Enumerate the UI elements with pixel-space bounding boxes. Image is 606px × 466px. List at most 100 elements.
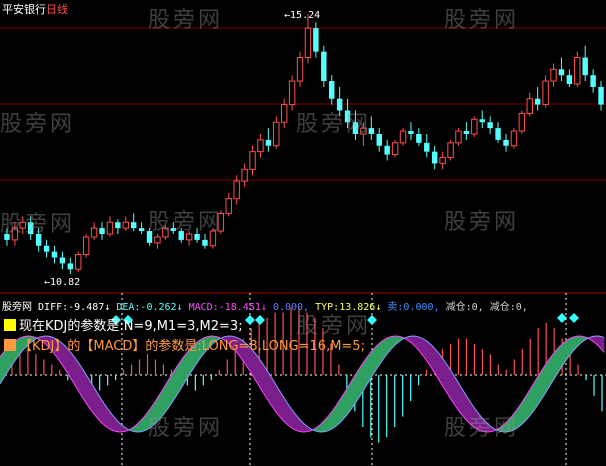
indicator-header: 股旁网 DIFF:-9.487↓ DEA:-0.262↓ MACD:-18.45… — [2, 302, 528, 313]
reduce-label-2: 减仓: — [489, 302, 516, 313]
candle-body — [542, 80, 549, 106]
watermark: 股旁网 — [0, 112, 76, 137]
candle-body — [510, 130, 518, 147]
candle-body — [329, 81, 335, 99]
sell-value: 0.000 — [403, 302, 434, 313]
orange-square-icon — [4, 339, 16, 351]
candle-body — [233, 180, 240, 200]
yellow-square-icon — [4, 319, 16, 331]
kdj-band-segment — [375, 342, 381, 371]
chart-period: 日线 — [46, 3, 68, 16]
candle-body — [51, 251, 58, 258]
candle-body — [550, 68, 557, 82]
candle-body — [566, 75, 573, 84]
candle-body — [154, 236, 161, 244]
candle-body — [424, 142, 430, 152]
kdj-band-segment — [559, 341, 565, 371]
watermark: 股旁网 — [296, 314, 372, 339]
kdj-band-segment — [339, 392, 345, 424]
dea-value: -0.262 — [140, 302, 177, 313]
candle-body — [288, 80, 296, 106]
kdj-band-segment — [519, 398, 525, 427]
candle-body — [130, 222, 137, 229]
macd-label: MACD: — [188, 302, 219, 313]
low-price-label: ←10.82 — [44, 277, 81, 288]
candle-body — [416, 134, 422, 143]
chart-title: 平安银行日线 — [2, 1, 68, 17]
candle-body — [265, 139, 272, 146]
stock-name: 平安银行 — [2, 3, 46, 16]
kdj-params-line: 现在KDJ的参数是:N=9,M1=3,M2=3; — [4, 315, 243, 334]
candle-body — [431, 151, 438, 164]
candle-body — [225, 198, 232, 214]
watermark: 股旁网 — [0, 212, 76, 237]
candle-body — [495, 128, 501, 140]
candle-body — [463, 131, 470, 134]
dea-label: DEA: — [116, 302, 141, 313]
watermark: 股旁网 — [296, 112, 372, 137]
candle-body — [518, 112, 526, 132]
candle-body — [59, 257, 66, 264]
candle-body — [376, 134, 382, 146]
candle-body — [408, 131, 414, 134]
candle-body — [598, 86, 604, 105]
watermark: 股旁网 — [444, 210, 520, 235]
candle-body — [280, 104, 288, 123]
candle-body — [82, 236, 90, 256]
candle-body — [43, 245, 50, 252]
diff-value: -9.487 — [68, 302, 105, 313]
watermark: 股旁网 — [148, 210, 224, 235]
stock-chart-window[interactable]: 平安银行日线 ←15.24 ←10.82 股旁网 DIFF:-9.487↓ DE… — [0, 0, 606, 466]
reduce-value-1: 0, — [471, 302, 484, 313]
candle-body — [304, 27, 312, 59]
candle-body — [257, 139, 264, 153]
candle-body — [503, 139, 509, 146]
candle-body — [202, 239, 208, 246]
candle-body — [122, 221, 129, 229]
kdj-band-segment — [431, 344, 437, 376]
signal-diamond-icon — [255, 315, 265, 325]
watermark: 股旁网 — [148, 416, 224, 441]
candle-body — [526, 98, 533, 114]
indicator-source: 股旁网 — [2, 302, 32, 313]
candle-body — [67, 263, 74, 270]
candle-body — [241, 168, 248, 182]
candle-body — [391, 142, 399, 156]
reduce-label-1: 减仓: — [445, 302, 472, 313]
candle-body — [534, 98, 541, 105]
macd-value: -18.451 — [218, 302, 261, 313]
candle-body — [471, 118, 478, 135]
kdj-band-segment — [523, 391, 529, 423]
kdj-band-segment — [283, 396, 289, 426]
high-price-label: ←15.24 — [284, 10, 321, 21]
watermark: 股旁网 — [148, 8, 224, 33]
watermark: 股旁网 — [444, 8, 520, 33]
signal-diamond-icon — [569, 313, 579, 323]
candle-body — [115, 222, 121, 229]
candle-body — [590, 75, 596, 87]
candle-body — [90, 227, 98, 238]
candle-body — [249, 151, 256, 170]
diff-label: DIFF: — [38, 302, 69, 313]
reduce-value-2: 0, — [515, 302, 528, 313]
candle-body — [487, 122, 493, 129]
candle-body — [574, 57, 581, 85]
candle-body — [439, 157, 446, 164]
candle-body — [479, 119, 485, 123]
watermark: 股旁网 — [444, 416, 520, 441]
candle-body — [106, 221, 114, 235]
candle-body — [455, 130, 462, 144]
candle-body — [99, 228, 105, 234]
kdj-band-segment — [99, 396, 105, 426]
candle-body — [296, 57, 304, 82]
candle-body — [582, 57, 588, 76]
candle-body — [75, 254, 82, 270]
kdj-band-segment — [335, 398, 341, 427]
candle-body — [384, 145, 390, 155]
candle-body — [313, 28, 319, 52]
candle-body — [447, 142, 454, 159]
candle-body — [321, 51, 327, 82]
kdj-band-segment — [427, 341, 433, 370]
sell-label: 卖: — [387, 302, 404, 313]
signal-diamond-icon — [245, 315, 255, 325]
